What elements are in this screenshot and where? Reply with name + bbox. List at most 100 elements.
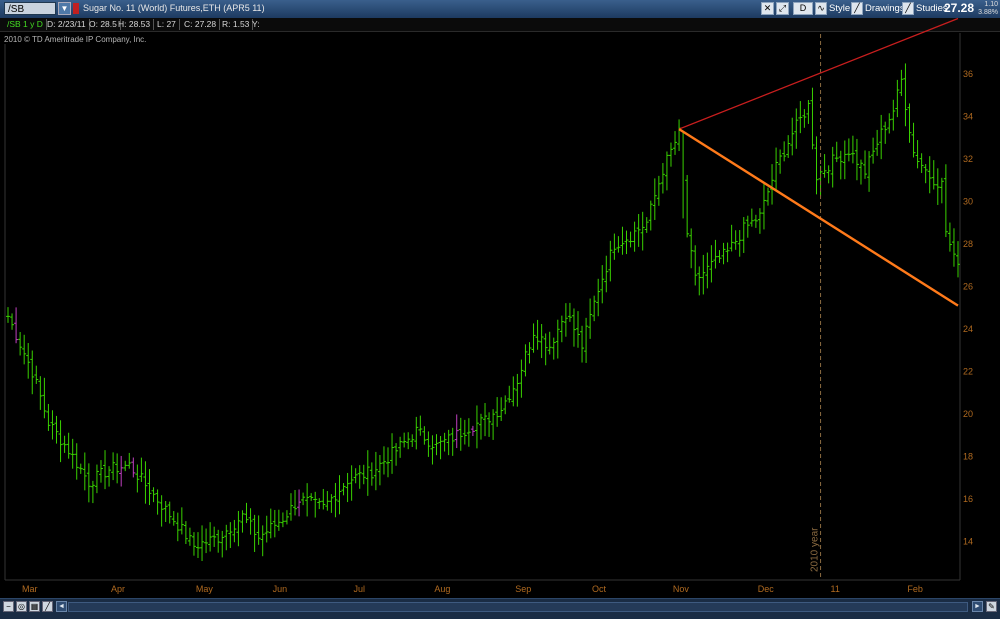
price-tick-label: 18	[963, 452, 973, 462]
price-bar	[689, 228, 694, 269]
price-bar	[507, 385, 512, 403]
price-bar	[345, 472, 350, 503]
price-bar	[749, 208, 754, 227]
price-bar	[644, 217, 649, 233]
price-bar	[450, 427, 455, 456]
price-bar	[790, 117, 795, 156]
price-bar	[74, 443, 79, 480]
zoom-in-icon[interactable]: ◎	[16, 601, 27, 612]
price-bar	[664, 151, 669, 191]
price-bar	[394, 443, 399, 466]
price-bar	[200, 525, 205, 562]
price-chart[interactable]: 2010 year 14 16 18 20 22 24 26 28 30 32 34 36 Mar Ap…	[0, 0, 1000, 598]
price-bar	[454, 414, 459, 449]
price-bar	[139, 457, 144, 483]
price-bar	[466, 418, 471, 447]
price-bar	[701, 254, 706, 295]
price-bar	[135, 464, 140, 493]
price-bar	[766, 187, 770, 206]
price-bar	[111, 452, 116, 481]
price-bar	[656, 175, 661, 206]
price-bar	[272, 509, 277, 538]
price-bar	[858, 159, 863, 185]
price-tick-label: 22	[963, 367, 973, 377]
price-bar	[167, 501, 172, 524]
price-bar	[620, 226, 625, 255]
price-bar	[232, 519, 237, 543]
price-tick-label: 24	[963, 324, 973, 334]
price-bar	[636, 214, 641, 247]
price-bar	[503, 395, 508, 415]
price-bar	[361, 464, 366, 485]
price-bar	[410, 434, 415, 447]
price-bar	[721, 242, 726, 265]
chart-settings-icon[interactable]: ✎	[986, 601, 997, 612]
price-tick-label: 16	[963, 494, 973, 504]
price-bar	[628, 231, 633, 248]
price-bar	[127, 452, 132, 469]
time-tick-label: Jun	[273, 584, 288, 594]
price-bar	[151, 487, 156, 503]
price-bar	[600, 265, 605, 304]
price-bar	[871, 137, 876, 164]
grid-icon[interactable]: ▦	[29, 601, 40, 612]
chart-bottom-bar: − ◎ ▦ ╱ ◄ ► ✎	[0, 598, 1000, 619]
price-bar	[381, 446, 386, 475]
price-bar	[426, 431, 431, 457]
price-bar	[22, 334, 27, 365]
price-bar	[495, 397, 500, 427]
price-bar	[264, 515, 269, 543]
price-bar	[204, 528, 209, 554]
price-bar	[143, 461, 148, 504]
price-bar	[369, 462, 374, 486]
price-bar	[830, 146, 835, 188]
upper-trendline[interactable]	[678, 17, 959, 130]
price-bar	[187, 527, 192, 546]
price-bar	[107, 466, 112, 487]
price-bar	[693, 245, 698, 286]
price-bar	[539, 324, 544, 359]
price-bar	[580, 325, 585, 363]
price-bar	[794, 108, 799, 149]
price-tick-label: 30	[963, 196, 973, 206]
price-bar	[951, 228, 956, 267]
zoom-out-icon[interactable]: −	[3, 601, 14, 612]
price-bar	[70, 438, 75, 469]
price-tick-label: 36	[963, 69, 973, 79]
price-bar	[668, 142, 673, 167]
price-bar	[321, 488, 326, 510]
price-bar	[115, 453, 120, 484]
scroll-right-icon[interactable]: ►	[972, 601, 983, 612]
price-bars	[6, 63, 960, 562]
price-tick-label: 32	[963, 154, 973, 164]
price-bar	[511, 376, 516, 407]
scroll-left-icon[interactable]: ◄	[56, 601, 67, 612]
price-bar	[103, 450, 108, 490]
price-bar	[155, 489, 160, 515]
drawing-tool-icon[interactable]: ╱	[42, 601, 53, 612]
price-bar	[18, 332, 23, 356]
price-bar	[673, 131, 678, 155]
price-bar	[212, 526, 217, 547]
time-tick-label: May	[196, 584, 214, 594]
price-bar	[216, 529, 221, 553]
price-bar	[919, 153, 924, 174]
price-bar	[798, 101, 803, 134]
price-bar	[325, 491, 330, 511]
price-bar	[713, 239, 718, 269]
time-scrollbar[interactable]	[68, 602, 968, 612]
price-bar	[317, 498, 322, 510]
price-bar	[499, 397, 504, 422]
time-tick-label: Sep	[515, 584, 531, 594]
price-bar	[46, 403, 51, 431]
price-bar	[887, 113, 892, 134]
price-bar	[301, 492, 306, 506]
price-bar	[875, 129, 880, 156]
price-bar	[782, 141, 787, 162]
price-bar	[935, 168, 940, 205]
price-bar	[260, 525, 265, 557]
price-bar	[854, 138, 859, 181]
time-tick-label: 11	[831, 584, 840, 594]
price-bar	[438, 435, 443, 460]
price-bar	[604, 255, 609, 293]
